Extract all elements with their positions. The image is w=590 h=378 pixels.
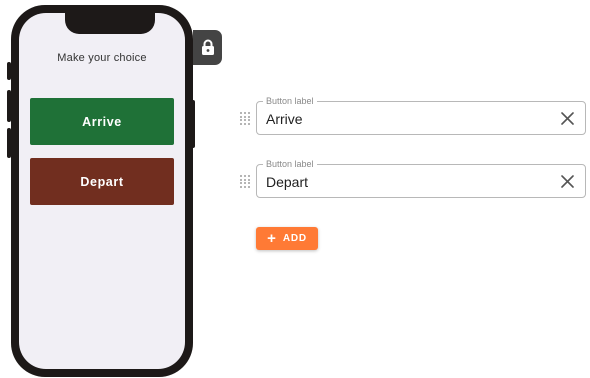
- depart-choice-button[interactable]: Depart: [30, 158, 174, 205]
- add-button-label: ADD: [282, 233, 307, 244]
- button-label-field[interactable]: Button label Depart: [256, 159, 586, 198]
- button-label-row: Button label Depart: [240, 159, 586, 198]
- arrive-choice-button[interactable]: Arrive: [30, 98, 174, 145]
- add-button[interactable]: + ADD: [256, 227, 318, 250]
- phone-notch: [65, 13, 155, 34]
- phone-side-button: [7, 62, 11, 80]
- field-legend: Button label: [263, 96, 317, 106]
- drag-handle-icon[interactable]: [240, 112, 250, 125]
- phone-screen: Make your choice Arrive Depart: [19, 13, 185, 369]
- button-label-field[interactable]: Button label Arrive: [256, 96, 586, 135]
- close-icon[interactable]: [559, 110, 575, 126]
- phone-preview: Make your choice Arrive Depart: [11, 5, 193, 377]
- lock-toggle[interactable]: [193, 30, 222, 65]
- field-value[interactable]: Depart: [266, 174, 308, 190]
- button-label-row: Button label Arrive: [240, 96, 586, 135]
- field-legend: Button label: [263, 159, 317, 169]
- phone-side-button: [7, 90, 11, 122]
- close-icon[interactable]: [559, 173, 575, 189]
- choice-prompt: Make your choice: [57, 52, 147, 64]
- lock-icon: [201, 39, 214, 55]
- phone-side-button: [191, 100, 195, 148]
- phone-side-button: [7, 128, 11, 158]
- field-value[interactable]: Arrive: [266, 111, 303, 127]
- drag-handle-icon[interactable]: [240, 175, 250, 188]
- plus-icon: +: [267, 229, 276, 247]
